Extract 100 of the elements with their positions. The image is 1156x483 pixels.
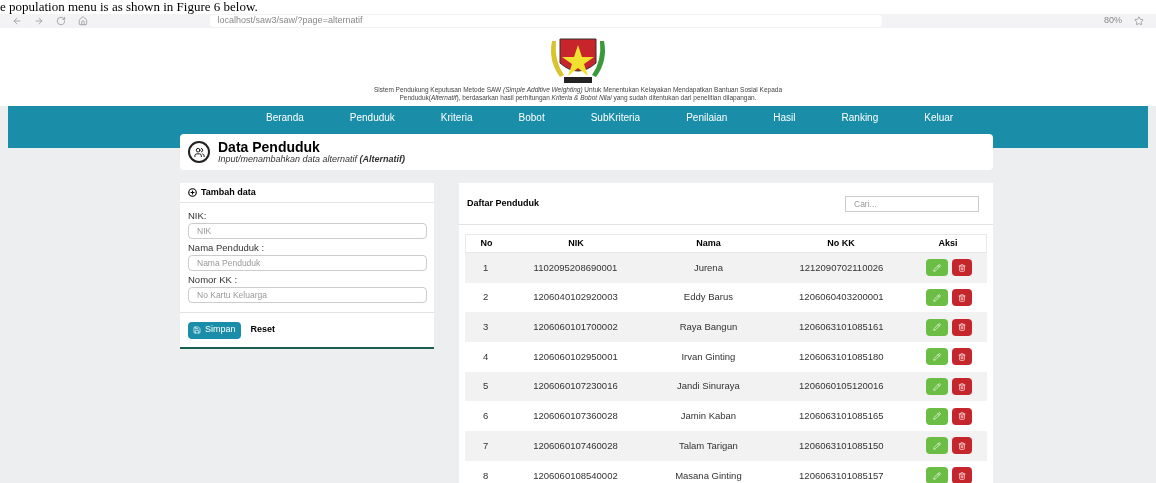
table-cell-text: Raya Bangun — [678, 320, 739, 335]
edit-button[interactable] — [925, 318, 948, 336]
table-cell-text: 1212090702110026 — [798, 260, 885, 275]
delete-button[interactable] — [951, 437, 972, 455]
table-cell-text: 1206060105120016 — [798, 379, 885, 394]
delete-button[interactable] — [951, 467, 972, 483]
pencil-icon — [932, 412, 941, 421]
reload-icon[interactable] — [55, 15, 66, 26]
edit-button[interactable] — [925, 348, 948, 366]
nav-link[interactable]: Penilaian — [686, 110, 728, 125]
form-title: Tambah data — [201, 185, 256, 199]
table-cell-text: Jurena — [692, 260, 724, 275]
trash-icon — [957, 263, 966, 272]
table-cell-text: Jandi Sinuraya — [676, 379, 741, 394]
bookmark-star-icon[interactable] — [1134, 15, 1144, 26]
table-cell-text: 1206040102920003 — [532, 290, 619, 305]
edit-button[interactable] — [925, 467, 948, 483]
table-cell-text: 3 — [481, 320, 490, 335]
nav-link[interactable]: Hasil — [773, 110, 796, 125]
text-input[interactable]: NIK — [188, 223, 427, 239]
table-cell-text: 1206060107360028 — [532, 409, 619, 424]
table-cell-text: 7 — [481, 438, 490, 453]
table-cell-text: 8 — [481, 468, 490, 483]
pencil-icon — [932, 323, 941, 332]
nav-link[interactable]: Beranda — [266, 110, 304, 125]
trash-icon — [957, 441, 966, 450]
page-subtitle: Input/menambahkan data alternatif (Alternatif) — [218, 153, 406, 165]
nav-link[interactable]: Kriteria — [440, 110, 473, 125]
home-icon[interactable] — [77, 15, 88, 26]
nav-link[interactable]: Penduduk — [349, 110, 395, 125]
table-cell-text: Jamin Kaban — [679, 409, 738, 424]
pencil-icon — [932, 293, 941, 302]
nav-link[interactable]: Bobot — [518, 110, 545, 125]
field-label: Nomor KK : — [188, 273, 239, 287]
trash-icon — [957, 412, 966, 421]
trash-icon — [957, 293, 966, 302]
edit-button[interactable] — [925, 407, 948, 425]
delete-button[interactable] — [951, 348, 972, 366]
table-cell-text: 1206063101085180 — [798, 349, 885, 364]
edit-button[interactable] — [925, 259, 948, 277]
table-cell-text: 5 — [481, 379, 490, 394]
delete-button[interactable] — [951, 289, 972, 307]
field-label: Nama Penduduk : — [188, 241, 266, 255]
table-cell-text: 1206063101085161 — [798, 320, 885, 335]
back-icon[interactable] — [12, 15, 22, 26]
nav-link[interactable]: Keluar — [924, 110, 954, 125]
column-header: Aksi — [937, 236, 959, 250]
trash-icon — [957, 471, 966, 480]
nav-link[interactable]: SubKriteria — [590, 110, 641, 125]
table-cell-text: 2 — [481, 290, 490, 305]
edit-button[interactable] — [925, 437, 948, 455]
edit-button[interactable] — [925, 378, 948, 396]
pencil-icon — [932, 441, 941, 450]
delete-button[interactable] — [951, 259, 972, 277]
pencil-icon — [932, 263, 941, 272]
caption-text: e population menu is as shown in Figure 6 below. — [0, 0, 258, 14]
column-header: Nama — [695, 236, 722, 250]
list-title: Daftar Penduduk — [467, 196, 539, 210]
table-cell-text: Irvan Ginting — [680, 349, 737, 364]
pencil-icon — [932, 382, 941, 391]
field-label: NIK: — [188, 209, 208, 223]
column-header: NIK — [567, 236, 585, 250]
zoom-level[interactable]: 80% — [1104, 14, 1123, 28]
table-cell-text: 1 — [481, 260, 490, 275]
address-bar[interactable]: localhost/saw3/saw/?page=alternatif — [209, 14, 883, 27]
table-cell-text: 4 — [481, 349, 490, 364]
table-cell-text: 1206060102950001 — [532, 349, 619, 364]
nav-link[interactable]: Ranking — [841, 110, 879, 125]
edit-button[interactable] — [925, 289, 948, 307]
forward-icon[interactable] — [33, 15, 44, 26]
table-cell-text: 1206060101700002 — [532, 320, 619, 335]
pencil-icon — [932, 471, 941, 480]
table-cell-text: Eddy Barus — [682, 290, 734, 305]
table-cell-text: 1206063101085165 — [798, 409, 885, 424]
trash-icon — [957, 323, 966, 332]
table-cell-text: 1102095208690001 — [532, 260, 619, 275]
delete-button[interactable] — [951, 407, 972, 425]
delete-button[interactable] — [951, 318, 972, 336]
table-cell-text: Masana Ginting — [674, 468, 743, 483]
table-cell-text: 6 — [481, 409, 490, 424]
column-header: No — [479, 236, 494, 250]
trash-icon — [957, 352, 966, 361]
text-input[interactable]: Nama Penduduk — [188, 255, 427, 271]
text-input[interactable]: No Kartu Keluarga — [188, 287, 427, 303]
table-cell-text: 1206060107230016 — [532, 379, 619, 394]
column-header: No KK — [826, 236, 856, 250]
search-field[interactable]: Cari... — [845, 195, 979, 212]
table-cell-text: 1206060108540002 — [532, 468, 619, 483]
page-title: Data Penduduk — [218, 139, 321, 154]
pencil-icon — [932, 352, 941, 361]
delete-button[interactable] — [951, 378, 972, 396]
people-icon — [188, 141, 210, 163]
save-button[interactable]: Simpan — [188, 321, 241, 339]
plus-circle-icon — [188, 188, 197, 197]
table-cell-text: 1206060107460028 — [532, 438, 619, 453]
trash-icon — [957, 382, 966, 391]
table-cell-text: Talam Tarigan — [677, 438, 739, 453]
reset-button[interactable]: Reset — [250, 323, 276, 337]
table-cell-text: 1206063101085157 — [798, 468, 885, 483]
table-cell-text: 1206063101085150 — [798, 438, 885, 453]
